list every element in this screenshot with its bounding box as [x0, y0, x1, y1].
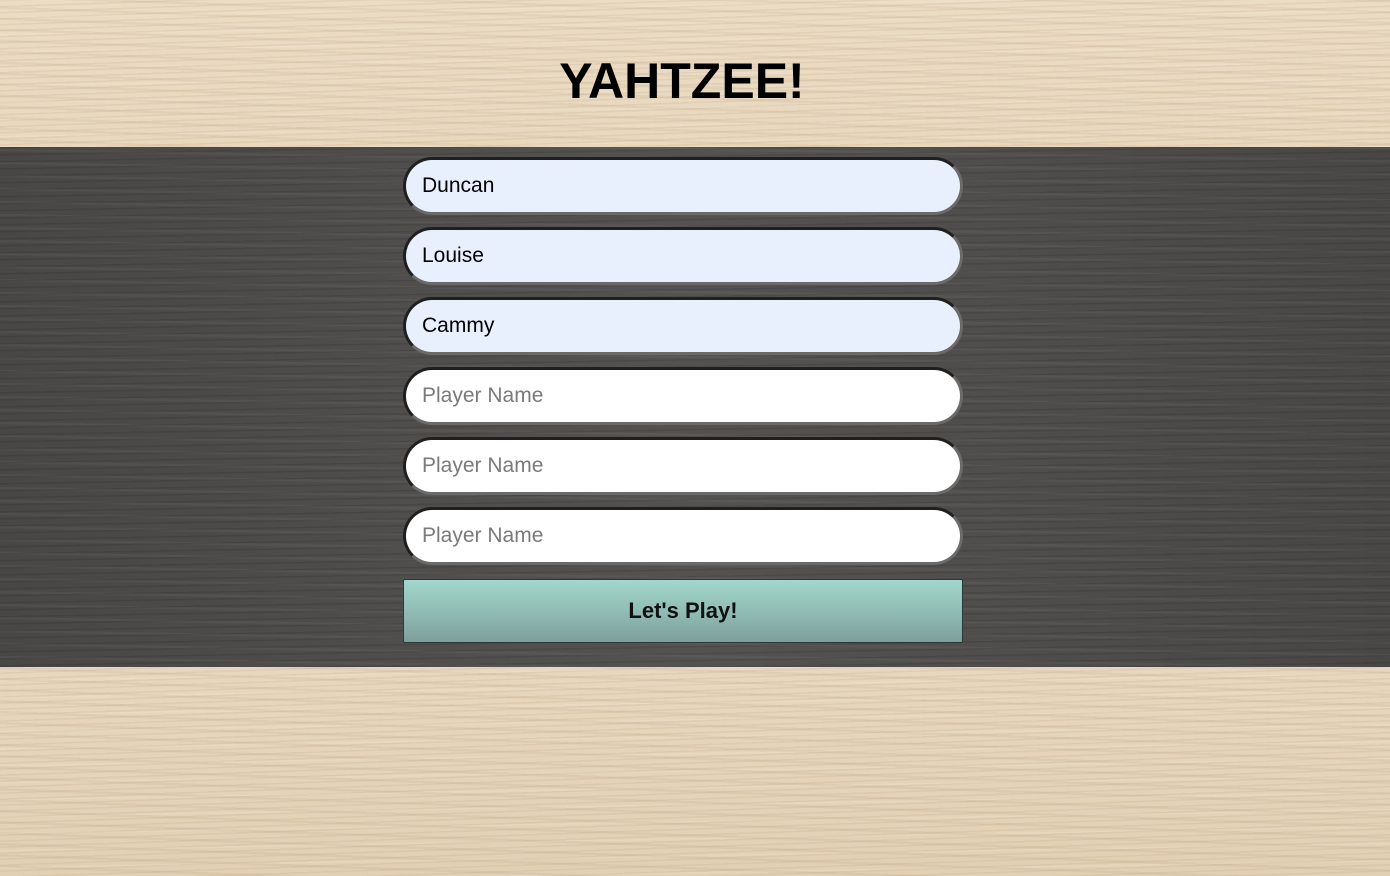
player-name-input-6[interactable] [403, 507, 963, 565]
player-name-input-2[interactable] [403, 227, 963, 285]
player-name-input-1[interactable] [403, 157, 963, 215]
player-name-input-4[interactable] [403, 367, 963, 425]
page-title: YAHTZEE! [559, 53, 805, 109]
player-name-input-3[interactable] [403, 297, 963, 355]
lets-play-button[interactable]: Let's Play! [403, 579, 963, 643]
player-name-input-5[interactable] [403, 437, 963, 495]
